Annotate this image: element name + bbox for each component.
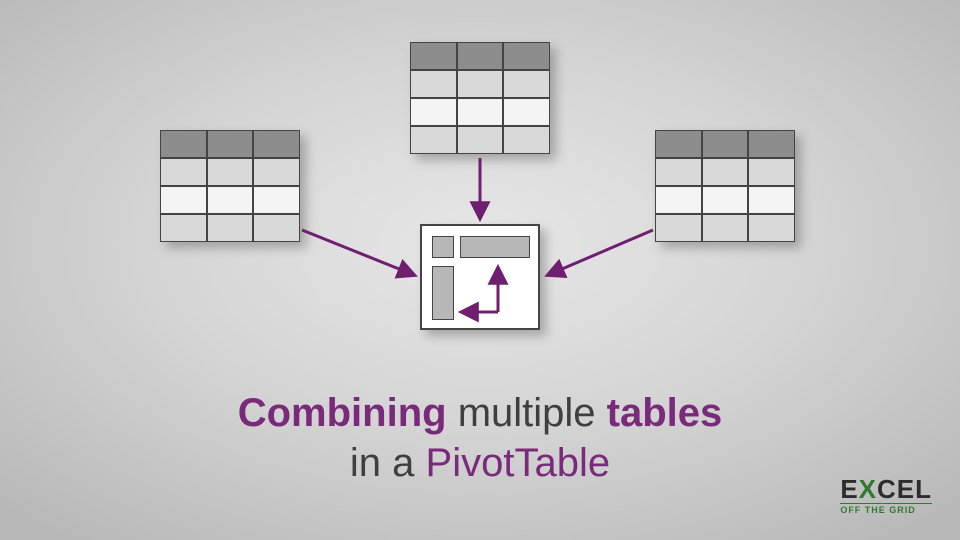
source-table-right [655, 130, 795, 242]
pivot-columns-block [460, 236, 530, 258]
pivot-filter-block [432, 236, 454, 258]
logo-letter-e: E [840, 474, 858, 504]
title-word-3: tables [607, 391, 723, 435]
logo-wordmark: EXCEL [840, 478, 932, 501]
pivot-rows-block [432, 266, 454, 320]
source-table-left [160, 130, 300, 242]
title-word-2: multiple [458, 391, 596, 435]
title-word-4: in a [350, 441, 415, 485]
source-table-center [410, 42, 550, 154]
title-word-1: Combining [238, 391, 447, 435]
arrow-left-to-pivot [302, 230, 414, 275]
arrow-right-to-pivot [548, 230, 653, 275]
brand-logo: EXCEL OFF THE GRID [840, 478, 932, 514]
title-word-5: PivotTable [426, 441, 611, 485]
slide-title: Combining multiple tables in a PivotTabl… [0, 388, 960, 488]
pivot-table-icon [420, 224, 540, 330]
diagram-stage: Combining multiple tables in a PivotTabl… [0, 0, 960, 540]
logo-letter-x: X [859, 474, 877, 504]
logo-letters-cel: CEL [877, 474, 932, 504]
logo-tagline: OFF THE GRID [840, 503, 932, 514]
